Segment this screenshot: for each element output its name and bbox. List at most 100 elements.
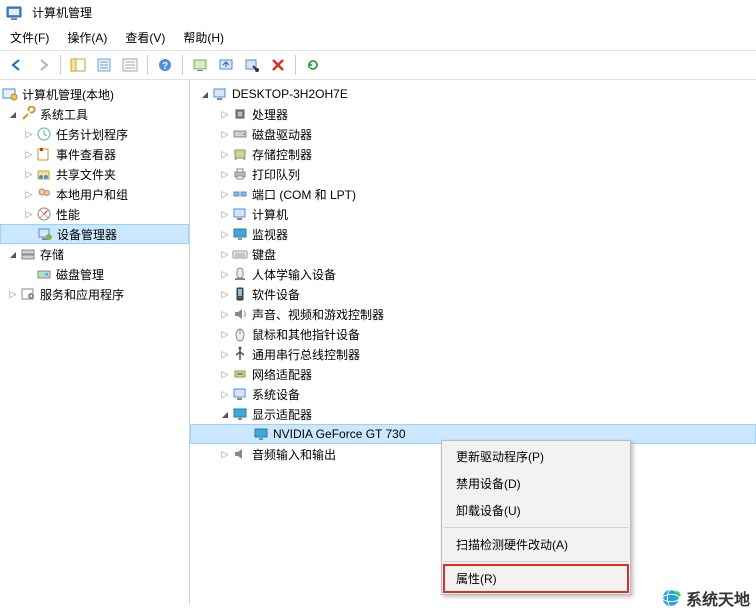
- tree-performance[interactable]: 性能: [0, 204, 189, 224]
- expander-icon[interactable]: [218, 147, 232, 161]
- device-label: 网络适配器: [252, 366, 312, 383]
- expander-icon[interactable]: [218, 307, 232, 321]
- menu-scan-hardware[interactable]: 扫描检测硬件改动(A): [444, 531, 628, 558]
- device-system_dev[interactable]: 系统设备: [190, 384, 756, 404]
- device-keyboards[interactable]: 键盘: [190, 244, 756, 264]
- expander-icon[interactable]: [22, 127, 36, 141]
- tree-root[interactable]: 计算机管理(本地): [0, 84, 189, 104]
- device-computer[interactable]: 计算机: [190, 204, 756, 224]
- device-disk_drives[interactable]: 磁盘驱动器: [190, 124, 756, 144]
- menu-disable-device[interactable]: 禁用设备(D): [444, 470, 628, 497]
- expander-icon[interactable]: [198, 87, 212, 101]
- device-hid[interactable]: 人体学输入设备: [190, 264, 756, 284]
- expander-icon[interactable]: [218, 247, 232, 261]
- device-mice[interactable]: 鼠标和其他指针设备: [190, 324, 756, 344]
- toolbar: ?: [0, 50, 756, 80]
- expander-icon[interactable]: [6, 287, 20, 301]
- expander-icon[interactable]: [218, 367, 232, 381]
- tree-task-scheduler[interactable]: 任务计划程序: [0, 124, 189, 144]
- device-label: 计算机: [252, 206, 288, 223]
- list-button[interactable]: [119, 54, 141, 76]
- menu-view[interactable]: 查看(V): [125, 29, 165, 46]
- properties-button[interactable]: [93, 54, 115, 76]
- tree-label: 存储: [40, 246, 64, 263]
- tree-device-manager[interactable]: 设备管理器: [0, 224, 189, 244]
- show-hide-tree-button[interactable]: [67, 54, 89, 76]
- users-icon: [36, 186, 52, 202]
- tree-shared-folders[interactable]: 共享文件夹: [0, 164, 189, 184]
- device-storage_ctrl[interactable]: 存储控制器: [190, 144, 756, 164]
- tree-label: 磁盘管理: [56, 266, 104, 283]
- expander-icon[interactable]: [218, 387, 232, 401]
- menu-update-driver[interactable]: 更新驱动程序(P): [444, 443, 628, 470]
- expander-icon[interactable]: [22, 187, 36, 201]
- printer-icon: [232, 166, 248, 182]
- update-driver-button[interactable]: [215, 54, 237, 76]
- tree-storage[interactable]: 存储: [0, 244, 189, 264]
- expander-icon[interactable]: [218, 167, 232, 181]
- device-sound[interactable]: 声音、视频和游戏控制器: [190, 304, 756, 324]
- expander-icon[interactable]: [6, 107, 20, 121]
- menu-uninstall-device[interactable]: 卸载设备(U): [444, 497, 628, 524]
- expander-icon[interactable]: [6, 247, 20, 261]
- device-label: 处理器: [252, 106, 288, 123]
- tree-label: 服务和应用程序: [40, 286, 124, 303]
- event-icon: [36, 146, 52, 162]
- expander-icon[interactable]: [218, 327, 232, 341]
- tree-label: 事件查看器: [56, 146, 116, 163]
- expander-icon[interactable]: [22, 207, 36, 221]
- disk-icon: [36, 266, 52, 282]
- device-label: 鼠标和其他指针设备: [252, 326, 360, 343]
- expander-icon[interactable]: [218, 347, 232, 361]
- menu-properties[interactable]: 属性(R): [444, 565, 628, 592]
- device-network[interactable]: 网络适配器: [190, 364, 756, 384]
- disable-button[interactable]: [241, 54, 263, 76]
- tree-label: 共享文件夹: [56, 166, 116, 183]
- tree-system-tools[interactable]: 系统工具: [0, 104, 189, 124]
- expander-icon[interactable]: [218, 227, 232, 241]
- device-label: NVIDIA GeForce GT 730: [273, 427, 406, 441]
- scan-button[interactable]: [189, 54, 211, 76]
- tree-local-users[interactable]: 本地用户和组: [0, 184, 189, 204]
- tree-services-apps[interactable]: 服务和应用程序: [0, 284, 189, 304]
- forward-button[interactable]: [32, 54, 54, 76]
- device-label: 软件设备: [252, 286, 300, 303]
- tree-disk-mgmt[interactable]: 磁盘管理: [0, 264, 189, 284]
- device-processors[interactable]: 处理器: [190, 104, 756, 124]
- help-button[interactable]: ?: [154, 54, 176, 76]
- device-ports[interactable]: 端口 (COM 和 LPT): [190, 184, 756, 204]
- computer-mgmt-icon: [2, 86, 18, 102]
- expander-icon[interactable]: [22, 147, 36, 161]
- tree-event-viewer[interactable]: 事件查看器: [0, 144, 189, 164]
- expander-icon[interactable]: [218, 127, 232, 141]
- refresh-button[interactable]: [302, 54, 324, 76]
- hid-icon: [232, 266, 248, 282]
- back-button[interactable]: [6, 54, 28, 76]
- expander-icon[interactable]: [218, 407, 232, 421]
- menu-help[interactable]: 帮助(H): [183, 29, 224, 46]
- usb-icon: [232, 346, 248, 362]
- menu-file[interactable]: 文件(F): [10, 29, 49, 46]
- expander-icon[interactable]: [218, 267, 232, 281]
- computer-icon: [232, 206, 248, 222]
- expander-icon[interactable]: [22, 167, 36, 181]
- menu-bar: 文件(F) 操作(A) 查看(V) 帮助(H): [0, 25, 756, 50]
- device-print_queues[interactable]: 打印队列: [190, 164, 756, 184]
- expander-icon[interactable]: [218, 447, 232, 461]
- expander-icon[interactable]: [218, 287, 232, 301]
- device-display[interactable]: 显示适配器: [190, 404, 756, 424]
- uninstall-button[interactable]: [267, 54, 289, 76]
- device-label: 键盘: [252, 246, 276, 263]
- expander-icon[interactable]: [218, 187, 232, 201]
- device-root[interactable]: DESKTOP-3H2OH7E: [190, 84, 756, 104]
- expander-icon[interactable]: [218, 107, 232, 121]
- device-label: 通用串行总线控制器: [252, 346, 360, 363]
- expander-icon[interactable]: [218, 207, 232, 221]
- menu-action[interactable]: 操作(A): [67, 29, 107, 46]
- expander-icon: [239, 427, 253, 441]
- device-monitors[interactable]: 监视器: [190, 224, 756, 244]
- device-mgr-icon: [37, 226, 53, 242]
- separator: [444, 527, 628, 528]
- device-usb[interactable]: 通用串行总线控制器: [190, 344, 756, 364]
- device-software_dev[interactable]: 软件设备: [190, 284, 756, 304]
